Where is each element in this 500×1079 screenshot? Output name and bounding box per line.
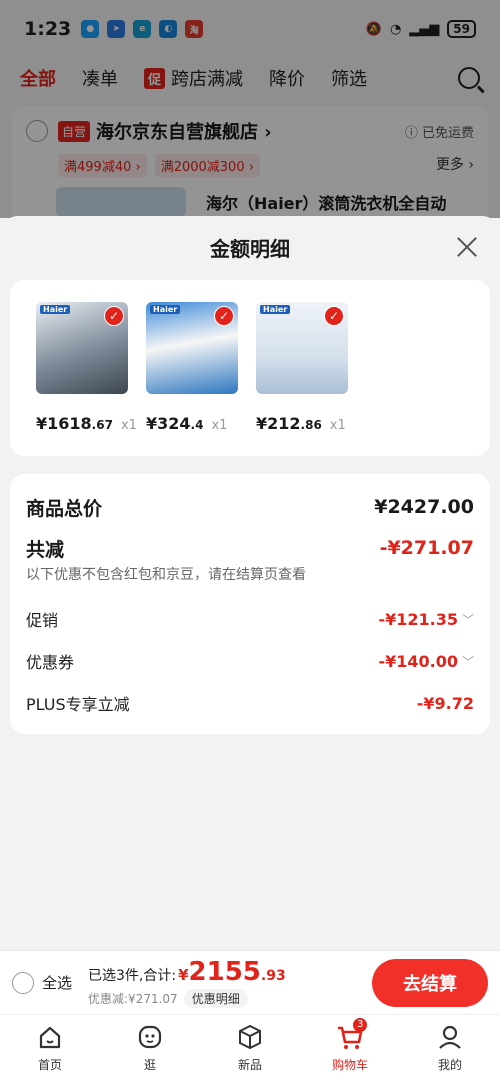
selected-count: 已选3件,合计: — [88, 968, 177, 984]
product-image: Haier ✓ — [146, 302, 238, 394]
check-icon: ✓ — [324, 306, 344, 326]
plus-label: PLUS专享立减 — [26, 695, 130, 714]
items-card: Haier ✓ ¥1618.67 x1 Haier ✓ ¥324.4 x1 Ha… — [10, 280, 490, 456]
overlay-dim[interactable] — [0, 0, 500, 218]
discount-detail-button[interactable]: 优惠明细 — [183, 989, 248, 1008]
coupon-label: 优惠券 — [26, 653, 75, 672]
amount-detail-card: 商品总价 ¥2427.00 共减 -¥271.07 以下优惠不包含红包和京豆，请… — [10, 474, 490, 734]
select-all[interactable]: 全选 — [12, 971, 73, 994]
promo-row[interactable]: 促销 -¥121.35 ﹀ — [26, 598, 474, 640]
nav-browse[interactable]: 逛 — [100, 1015, 200, 1079]
bottom-nav: 首页 逛 新品 3 购物车 我的 — [0, 1014, 500, 1079]
item-price: ¥1618.67 — [36, 414, 113, 433]
discount-note: 以下优惠不包含红包和京豆，请在结算页查看 — [26, 567, 306, 583]
checkout-bar: 全选 已选3件,合计: ¥2155.93 优惠减:¥271.07 优惠明细 去结… — [0, 950, 500, 1014]
select-all-label: 全选 — [42, 974, 73, 992]
box-icon — [239, 1024, 261, 1049]
sum-block: 已选3件,合计: ¥2155.93 优惠减:¥271.07 优惠明细 — [88, 957, 286, 1008]
chevron-down-icon: ﹀ — [461, 612, 474, 627]
nav-home-label: 首页 — [37, 1057, 62, 1072]
plus-row: PLUS专享立减 -¥9.72 — [26, 682, 474, 724]
item-card[interactable]: Haier ✓ ¥212.86 x1 — [256, 302, 348, 456]
item-price: ¥212.86 — [256, 414, 322, 433]
coupon-row[interactable]: 优惠券 -¥140.00 ﹀ — [26, 640, 474, 682]
item-quantity: x1 — [211, 418, 228, 433]
nav-cart[interactable]: 3 购物车 — [300, 1015, 400, 1079]
nav-browse-label: 逛 — [143, 1057, 156, 1072]
user-icon — [439, 1025, 461, 1049]
checkout-button[interactable]: 去结算 — [372, 958, 488, 1007]
chevron-down-icon: ﹀ — [461, 654, 474, 669]
product-image: Haier ✓ — [36, 302, 128, 394]
brand-logo: Haier — [260, 305, 291, 314]
total-value: ¥2427.00 — [374, 496, 474, 518]
coupon-value: -¥140.00 — [378, 651, 458, 671]
sum-total: ¥2155.93 — [178, 957, 286, 987]
item-card[interactable]: Haier ✓ ¥1618.67 x1 — [36, 302, 137, 456]
promo-label: 促销 — [26, 611, 59, 630]
check-icon: ✓ — [214, 306, 234, 326]
reduce-label: 共减 — [26, 538, 65, 561]
amount-detail-sheet: 金额明细 Haier ✓ ¥1618.67 x1 Haier ✓ ¥324.4 … — [0, 216, 500, 950]
browse-face-icon — [138, 1025, 162, 1048]
item-quantity: x1 — [329, 418, 346, 433]
sheet-title: 金额明细 — [210, 236, 290, 261]
cart-icon: 3 — [335, 1017, 368, 1052]
check-icon: ✓ — [104, 306, 124, 326]
reduce-value: -¥271.07 — [379, 537, 474, 559]
product-image: Haier ✓ — [256, 302, 348, 394]
promo-value: -¥121.35 — [378, 609, 458, 629]
cart-count-badge: 3 — [353, 1017, 368, 1032]
close-icon[interactable] — [456, 236, 478, 258]
nav-mine[interactable]: 我的 — [400, 1015, 500, 1079]
brand-logo: Haier — [150, 305, 181, 314]
select-all-radio[interactable] — [12, 971, 34, 994]
discount-text: 优惠减:¥271.07 — [88, 992, 178, 1006]
nav-new-label: 新品 — [237, 1057, 262, 1072]
item-card[interactable]: Haier ✓ ¥324.4 x1 — [146, 302, 238, 456]
total-label: 商品总价 — [26, 497, 103, 520]
brand-logo: Haier — [40, 305, 71, 314]
nav-home[interactable]: 首页 — [0, 1015, 100, 1079]
nav-new[interactable]: 新品 — [200, 1015, 300, 1079]
nav-cart-label: 购物车 — [331, 1057, 368, 1072]
nav-mine-label: 我的 — [437, 1057, 462, 1072]
home-icon — [39, 1026, 61, 1048]
item-price: ¥324.4 — [146, 414, 204, 433]
plus-value: -¥9.72 — [416, 693, 474, 713]
item-quantity: x1 — [120, 418, 137, 433]
